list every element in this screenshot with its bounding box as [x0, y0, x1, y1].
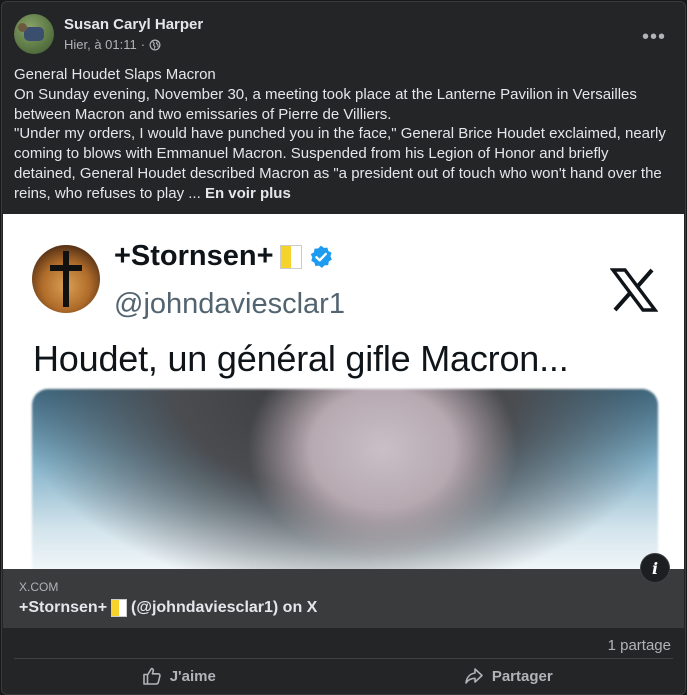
like-button[interactable]: J'aime [14, 660, 344, 692]
vatican-flag-icon [279, 244, 302, 269]
tweet-avatar [32, 245, 100, 313]
tweet-name: +Stornsen+ [114, 240, 274, 272]
link-title-prefix: +Stornsen+ [19, 599, 108, 616]
post-text-line-2: On Sunday evening, November 30, a meetin… [14, 85, 637, 123]
share-count[interactable]: 1 partage [608, 637, 671, 654]
like-label: J'aime [169, 667, 216, 685]
vatican-flag-icon [111, 599, 128, 617]
link-preview-footer[interactable]: X.COM +Stornsen+ (@johndaviesclar1) on X [3, 569, 684, 628]
tweet-handle: @johndaviesclar1 [114, 288, 345, 320]
post-header: Susan Caryl Harper Hier, à 01:11 · ••• [14, 14, 673, 58]
post-text-line-3-content: "Under my orders, I would have punched y… [14, 125, 666, 202]
meta-separator: · [140, 37, 146, 52]
tweet-photo [32, 389, 658, 569]
link-title-suffix: (@johndaviesclar1) on X [131, 599, 318, 616]
post-card: Susan Caryl Harper Hier, à 01:11 · ••• G… [1, 1, 686, 695]
post-text-line-3: "Under my orders, I would have punched y… [14, 124, 674, 203]
share-button[interactable]: Partager [344, 660, 674, 692]
verified-icon [310, 245, 332, 268]
x-logo-icon [610, 268, 658, 312]
share-label: Partager [491, 667, 553, 685]
see-more-link[interactable]: En voir plus [205, 185, 291, 202]
post-actions: J'aime Partager [14, 660, 673, 692]
post-text-line-1: General Houdet Slaps Macron [14, 66, 216, 83]
author-avatar[interactable] [14, 14, 54, 54]
link-title[interactable]: +Stornsen+ (@johndaviesclar1) on X [19, 599, 317, 617]
post-text: General Houdet Slaps Macron On Sunday ev… [14, 65, 674, 204]
post-meta: Hier, à 01:11 · [64, 37, 161, 52]
author-name[interactable]: Susan Caryl Harper [64, 16, 203, 33]
info-icon[interactable]: i [640, 553, 670, 583]
share-icon [465, 668, 483, 684]
link-domain: X.COM [19, 580, 59, 594]
like-icon [142, 667, 161, 685]
globe-icon[interactable] [149, 39, 161, 51]
more-icon[interactable]: ••• [639, 22, 669, 52]
post-time[interactable]: Hier, à 01:11 [64, 37, 137, 52]
tweet-image[interactable]: +Stornsen+ @johndaviesclar1 Houdet, un g… [3, 214, 684, 569]
tweet-text: Houdet, un général gifle Macron... [33, 338, 569, 379]
actions-divider [14, 658, 673, 659]
tweet-name-row: +Stornsen+ [114, 240, 334, 273]
